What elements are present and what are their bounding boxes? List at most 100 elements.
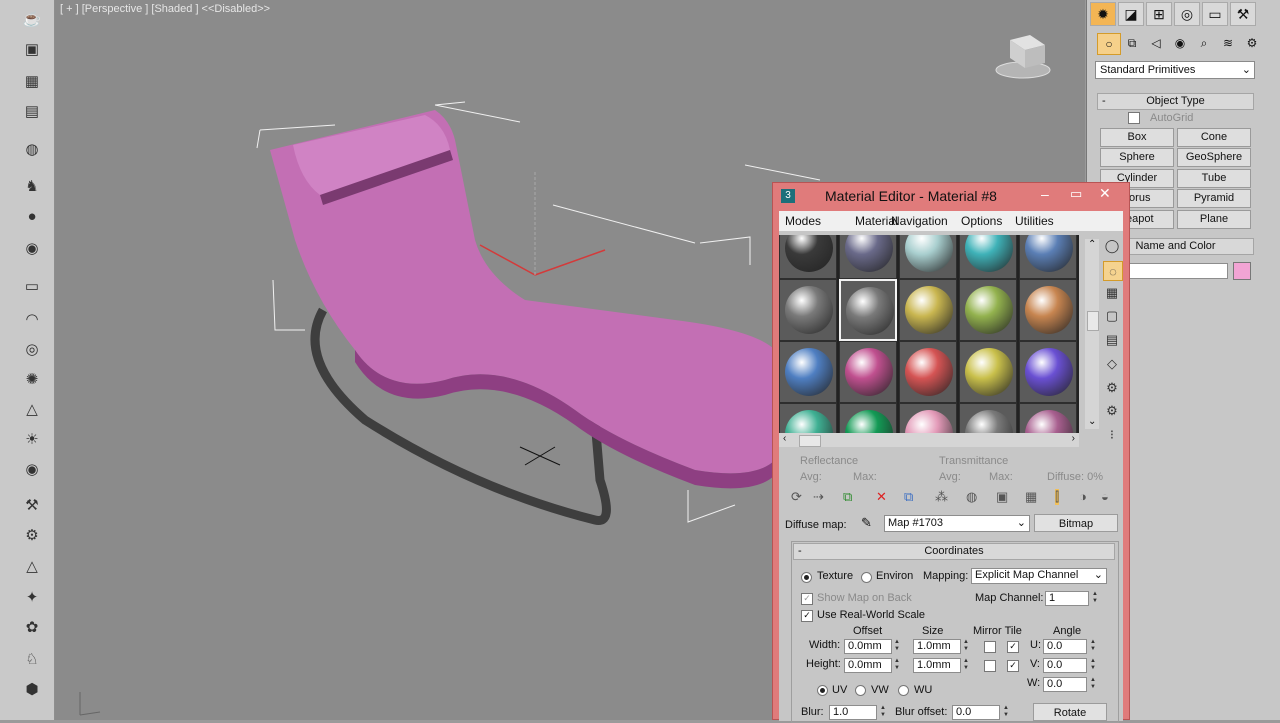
plant-icon[interactable]: ✿ [20, 616, 44, 638]
material-slot[interactable] [1019, 279, 1077, 341]
slots-vertical-scrollbar[interactable]: ⌃ ⌄ [1085, 239, 1099, 429]
menu-options[interactable]: Options [961, 214, 1002, 228]
vscroll-thumb[interactable] [1087, 311, 1099, 331]
geometry-icon[interactable]: ○ [1097, 33, 1121, 55]
width-offset-spinner[interactable]: ▲ ▼ [893, 639, 901, 654]
height-size-spinner[interactable]: ▲ ▼ [962, 658, 970, 673]
lights-icon[interactable]: ◁ [1145, 33, 1167, 53]
width-offset-field[interactable]: 0.0mm [844, 639, 892, 654]
go-to-parent-icon[interactable]: ◑ [1079, 489, 1087, 504]
viewcube-icon[interactable] [995, 35, 1051, 79]
delete-icon[interactable]: ✕ [876, 489, 887, 505]
menu-modes[interactable]: Modes [785, 214, 821, 228]
select-by-material-icon[interactable]: ⚙ [1103, 402, 1121, 420]
coordinates-header[interactable]: - Coordinates [793, 543, 1115, 560]
sphere-icon[interactable]: ● [20, 205, 44, 227]
material-slot[interactable] [959, 235, 1017, 279]
material-slot[interactable] [899, 279, 957, 341]
use-real-world-scale-checkbox[interactable]: ✓ [801, 610, 813, 622]
v-angle-spinner[interactable]: ▲ ▼ [1089, 658, 1097, 673]
brush-icon[interactable]: ⚒ [20, 494, 44, 516]
material-slot[interactable] [1019, 235, 1077, 279]
show-end-result-icon[interactable]: ⫿ [1055, 489, 1060, 505]
motion-tab-icon[interactable]: ◎ [1174, 2, 1200, 26]
slots-horizontal-scrollbar[interactable]: ‹ › [779, 433, 1079, 447]
camera-icon[interactable]: ◉ [20, 237, 44, 259]
render-frame-icon[interactable]: ▣ [20, 38, 44, 60]
material-slot[interactable] [779, 341, 837, 403]
backlight-icon[interactable]: ◌ [1103, 261, 1123, 281]
environ-radio[interactable] [861, 572, 872, 583]
wu-radio[interactable] [898, 685, 909, 696]
mirror-u-checkbox[interactable] [984, 641, 996, 653]
create-tab-icon[interactable]: ✹ [1090, 2, 1116, 26]
spacewarps-icon[interactable]: ≋ [1217, 33, 1239, 53]
material-slot[interactable] [779, 403, 837, 435]
make-preview-icon[interactable]: ◇ [1103, 355, 1121, 373]
uv-radio[interactable] [817, 685, 828, 696]
cone-shape-icon[interactable]: ◠ [20, 308, 44, 330]
material-slot[interactable] [839, 341, 897, 403]
show-map-in-viewport-icon[interactable]: ▦ [1025, 489, 1037, 505]
go-forward-to-sibling-icon[interactable]: ◒ [1101, 489, 1109, 504]
height-offset-spinner[interactable]: ▲ ▼ [893, 658, 901, 673]
systems-icon[interactable]: ⚙ [1241, 33, 1263, 53]
shapes-icon[interactable]: ⧉ [1121, 33, 1143, 53]
map-name-field[interactable]: Map #1703 ⌄ [884, 515, 1030, 532]
material-navigator-icon[interactable]: ⁝ [1103, 426, 1121, 444]
material-editor-titlebar[interactable]: 3 Material Editor - Material #8 – ▭ ✕ [773, 183, 1129, 209]
material-id-channel-icon[interactable]: ◍ [966, 489, 977, 505]
plane-button[interactable]: Plane [1177, 210, 1251, 229]
teapot-icon[interactable]: ☕ [20, 8, 44, 30]
cone-button[interactable]: Cone [1177, 128, 1251, 147]
material-slot[interactable] [959, 341, 1017, 403]
material-slot[interactable] [1019, 341, 1077, 403]
tile-u-checkbox[interactable]: ✓ [1007, 641, 1019, 653]
primitive-type-dropdown[interactable]: Standard Primitives ⌄ [1095, 61, 1255, 79]
put-to-library-icon[interactable]: ⁂ [935, 489, 948, 505]
cameras-icon[interactable]: ◉ [1169, 33, 1191, 53]
modify-tab-icon[interactable]: ◪ [1118, 2, 1144, 26]
autogrid-checkbox[interactable] [1128, 112, 1140, 124]
material-slot[interactable] [839, 403, 897, 435]
material-icon[interactable]: ◍ [20, 138, 44, 160]
sample-slots-grid[interactable] [779, 235, 1079, 435]
show-map-on-back-checkbox[interactable]: ✓ [801, 593, 813, 605]
width-size-spinner[interactable]: ▲ ▼ [962, 639, 970, 654]
plane-icon[interactable]: ▭ [20, 275, 44, 297]
display-tab-icon[interactable]: ▭ [1202, 2, 1228, 26]
put-to-scene-icon[interactable]: ⇢ [813, 489, 824, 505]
height-offset-field[interactable]: 0.0mm [844, 658, 892, 673]
hierarchy-tab-icon[interactable]: ⊞ [1146, 2, 1172, 26]
height-size-field[interactable]: 1.0mm [913, 658, 961, 673]
material-slot[interactable] [899, 341, 957, 403]
tube-button[interactable]: Tube [1177, 169, 1251, 188]
close-icon[interactable]: ✕ [1099, 185, 1115, 201]
get-material-icon[interactable]: ⟳ [791, 489, 802, 505]
spot-icon[interactable]: △ [20, 398, 44, 420]
walk-icon[interactable]: ♞ [20, 175, 44, 197]
maximize-icon[interactable]: ▭ [1070, 186, 1084, 202]
calculator-icon[interactable]: ▦ [20, 70, 44, 92]
pyramid-icon[interactable]: △ [20, 555, 44, 577]
material-slot[interactable] [899, 235, 957, 279]
menu-utilities[interactable]: Utilities [1015, 214, 1054, 228]
animal-icon[interactable]: ♘ [20, 648, 44, 670]
sun-icon[interactable]: ☀ [20, 428, 44, 450]
map-type-button[interactable]: Bitmap [1034, 514, 1118, 532]
mapping-dropdown[interactable]: Explicit Map Channel ⌄ [971, 568, 1107, 584]
scroll-up-icon[interactable]: ⌃ [1088, 239, 1096, 250]
sample-type-icon[interactable]: ◯ [1103, 237, 1121, 255]
material-slot[interactable] [959, 403, 1017, 435]
width-size-field[interactable]: 1.0mm [913, 639, 961, 654]
material-slot[interactable] [899, 403, 957, 435]
scroll-thumb[interactable] [799, 435, 821, 447]
blur-offset-field[interactable]: 0.0 [952, 705, 1000, 720]
mirror-v-checkbox[interactable] [984, 660, 996, 672]
make-unique-icon[interactable]: ⧉ [904, 489, 913, 505]
grid-icon[interactable]: ▤ [20, 100, 44, 122]
scroll-down-icon[interactable]: ⌄ [1088, 416, 1096, 427]
utilities-tab-icon[interactable]: ⚒ [1230, 2, 1256, 26]
u-angle-field[interactable]: 0.0 [1043, 639, 1087, 654]
material-slot[interactable] [839, 279, 897, 341]
